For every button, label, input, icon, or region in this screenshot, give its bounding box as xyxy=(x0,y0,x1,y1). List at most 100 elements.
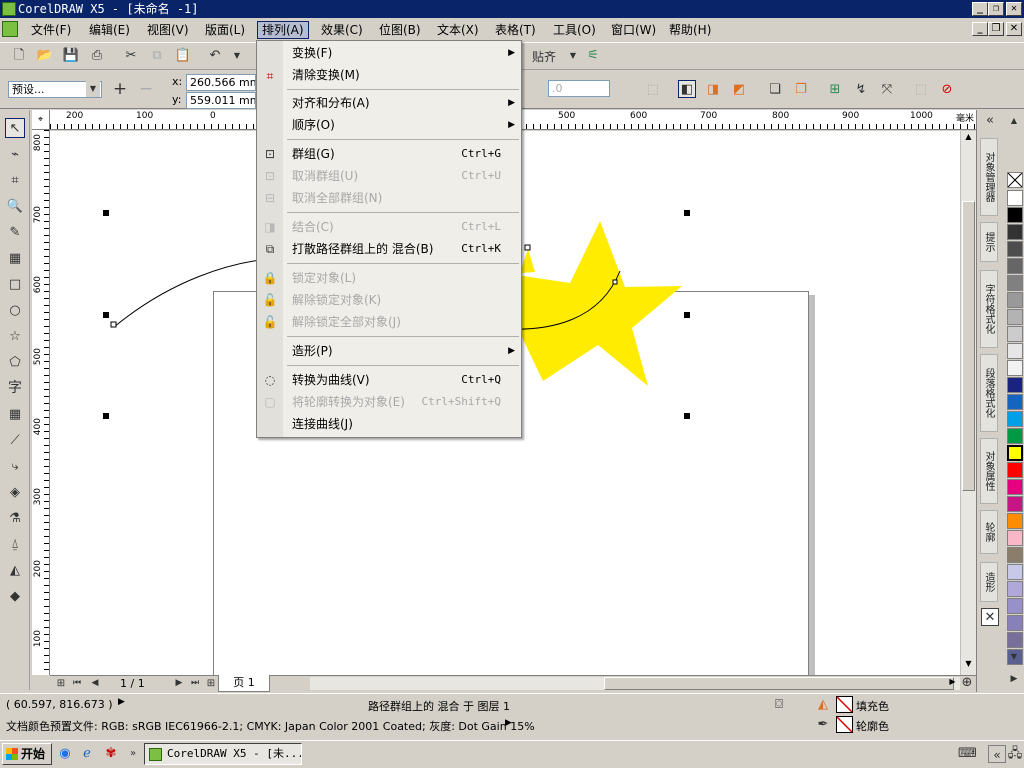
restore-button[interactable]: ❐ xyxy=(988,2,1004,16)
snap-to-button[interactable]: 贴齐 xyxy=(524,48,564,66)
open-folder-icon[interactable]: 📂 xyxy=(36,47,54,65)
palette-swatch[interactable] xyxy=(1007,190,1023,206)
menu-item-convert-to-curves[interactable]: 转换为曲线(V) Ctrl+Q xyxy=(283,370,521,390)
snap-dropdown-icon[interactable]: ▼ xyxy=(564,47,582,65)
blend-start-icon[interactable]: ◧ xyxy=(678,80,696,98)
blend-end-icon[interactable]: ◨ xyxy=(704,81,722,99)
palette-scroll-down-icon[interactable]: ▼ xyxy=(1006,648,1022,666)
profile-arrow-icon[interactable]: ▶ xyxy=(505,718,512,728)
menu-file[interactable]: 文件(F) xyxy=(27,21,75,39)
docker-close-icon[interactable]: ✕ xyxy=(981,608,999,626)
palette-swatch[interactable] xyxy=(1007,581,1023,597)
eyedropper-tool-icon[interactable]: ⚗ xyxy=(5,509,25,529)
shape-tool-icon[interactable]: ⌁ xyxy=(5,145,25,165)
selection-handle-br[interactable] xyxy=(684,413,690,419)
docker-object-manager[interactable]: 对象管理器 xyxy=(980,138,998,216)
scroll-down-icon[interactable]: ▼ xyxy=(962,659,975,673)
interactive-fill-icon[interactable]: ◆ xyxy=(5,587,25,607)
menu-text[interactable]: 文本(X) xyxy=(433,21,483,39)
selection-handle-tr[interactable] xyxy=(684,210,690,216)
object-accel-icon[interactable]: ⊞ xyxy=(826,81,844,99)
status-arrow-icon[interactable]: ▶ xyxy=(118,697,125,707)
docker-character[interactable]: 字符格式化 xyxy=(980,270,998,348)
doc-restore-button[interactable]: ❐ xyxy=(988,22,1004,36)
palette-swatch[interactable] xyxy=(1007,547,1023,563)
quicklaunch-more-icon[interactable]: » xyxy=(124,745,142,763)
palette-swatch[interactable] xyxy=(1007,343,1023,359)
connector-tool-icon[interactable]: ⤷ xyxy=(5,457,25,477)
palette-swatch[interactable] xyxy=(1007,564,1023,580)
ie-icon[interactable]: ℯ xyxy=(78,745,96,763)
menu-item-join-curves[interactable]: 连接曲线(J) xyxy=(283,414,521,434)
undo-icon[interactable]: ↶ xyxy=(206,47,224,65)
palette-swatch[interactable] xyxy=(1007,241,1023,257)
docker-collapse-icon[interactable]: « xyxy=(981,112,999,130)
palette-swatch[interactable] xyxy=(1007,258,1023,274)
blend-options-icon[interactable]: ❐ xyxy=(792,81,810,99)
docker-shaping[interactable]: 造形 xyxy=(980,562,998,602)
menu-item-transformations[interactable]: 变换(F) ▶ xyxy=(283,43,521,63)
scroll-thumb[interactable] xyxy=(962,201,975,491)
palette-swatch[interactable] xyxy=(1007,632,1023,648)
document-icon[interactable] xyxy=(2,21,18,37)
menu-item-combine[interactable]: 结合(C) Ctrl+L xyxy=(283,217,521,237)
palette-swatch[interactable] xyxy=(1007,496,1023,512)
docker-contour[interactable]: 轮廓 xyxy=(980,510,998,554)
menu-arrange[interactable]: 排列(A) xyxy=(257,21,309,39)
ruler-corner[interactable]: ⌖ xyxy=(32,110,50,130)
palette-swatch[interactable] xyxy=(1007,462,1023,478)
polygon-tool-icon[interactable]: ☆ xyxy=(5,327,25,347)
menu-item-ungroup-all[interactable]: 取消全部群组(N) xyxy=(283,188,521,208)
menu-item-lock[interactable]: 锁定对象(L) xyxy=(283,268,521,288)
document-color-profile[interactable]: 文档颜色预置文件: RGB: sRGB IEC61966-2.1; CMYK: … xyxy=(6,718,535,734)
vertical-ruler[interactable]: 800 700 600 500 400 300 200 100 xyxy=(32,130,50,675)
x-position-field[interactable]: 260.566 mm xyxy=(186,74,256,91)
fill-tool-icon[interactable]: ◭ xyxy=(5,561,25,581)
keyboard-tray-icon[interactable]: ⌨ xyxy=(958,745,977,763)
cut-icon[interactable]: ✂ xyxy=(122,47,140,65)
palette-swatch[interactable] xyxy=(1007,275,1023,291)
preset-dropdown-icon[interactable]: ▼ xyxy=(86,81,100,97)
undo-dropdown-icon[interactable]: ▼ xyxy=(228,47,246,65)
palette-swatch[interactable] xyxy=(1007,445,1023,461)
selection-handle-bl[interactable] xyxy=(103,413,109,419)
new-document-icon[interactable]: 🗋 xyxy=(10,47,28,65)
selection-handle-mr[interactable] xyxy=(684,312,690,318)
palette-swatch[interactable] xyxy=(1007,615,1023,631)
size-accel-icon[interactable]: ⤧ xyxy=(878,81,896,99)
start-button[interactable]: 开始 xyxy=(2,743,52,765)
copy-properties-icon[interactable]: ⬚ xyxy=(644,81,662,99)
dimension-tool-icon[interactable]: ⟋ xyxy=(5,431,25,451)
menu-item-unlock-all[interactable]: 解除锁定全部对象(J) xyxy=(283,312,521,332)
paste-icon[interactable]: 📋 xyxy=(174,47,192,65)
menu-item-align-distribute[interactable]: 对齐和分布(A) ▶ xyxy=(283,93,521,113)
save-icon[interactable]: 💾 xyxy=(62,47,80,65)
palette-swatch[interactable] xyxy=(1007,309,1023,325)
palette-swatch[interactable] xyxy=(1007,411,1023,427)
tray-expand-icon[interactable]: « xyxy=(988,745,1006,763)
palette-swatch[interactable] xyxy=(1007,292,1023,308)
color-accel-icon[interactable]: ↯ xyxy=(852,81,870,99)
palette-swatch[interactable] xyxy=(1007,360,1023,376)
copy-icon[interactable]: ⧉ xyxy=(148,47,166,65)
vertical-scrollbar[interactable]: ▲ ▼ xyxy=(960,131,976,676)
menu-edit[interactable]: 编辑(E) xyxy=(85,21,134,39)
taskbar-coreldraw-item[interactable]: CorelDRAW X5 - [未... xyxy=(144,743,302,765)
palette-swatch[interactable] xyxy=(1007,377,1023,393)
table-tool-icon[interactable]: ▦ xyxy=(5,405,25,425)
first-page-icon[interactable]: ⏮ xyxy=(68,676,86,691)
menu-table[interactable]: 表格(T) xyxy=(491,21,540,39)
basic-shapes-icon[interactable]: ⬠ xyxy=(5,353,25,373)
hscroll-thumb[interactable] xyxy=(604,677,954,690)
palette-scroll-up-icon[interactable]: ▲ xyxy=(1006,112,1022,130)
menu-help[interactable]: 帮助(H) xyxy=(665,21,715,39)
menu-item-break-apart[interactable]: 打散路径群组上的 混合(B) Ctrl+K xyxy=(283,239,521,259)
prev-page-icon[interactable]: ◀ xyxy=(86,676,104,691)
navigator-icon[interactable]: ⊕ xyxy=(958,675,976,691)
doc-close-button[interactable]: ✕ xyxy=(1006,22,1022,36)
chrome-icon[interactable]: ◉ xyxy=(56,745,74,763)
menu-item-convert-outline[interactable]: 将轮廓转换为对象(E) Ctrl+Shift+Q xyxy=(283,392,521,412)
palette-swatch[interactable] xyxy=(1007,513,1023,529)
menu-item-group[interactable]: 群组(G) Ctrl+G xyxy=(283,144,521,164)
menu-item-unlock[interactable]: 解除锁定对象(K) xyxy=(283,290,521,310)
